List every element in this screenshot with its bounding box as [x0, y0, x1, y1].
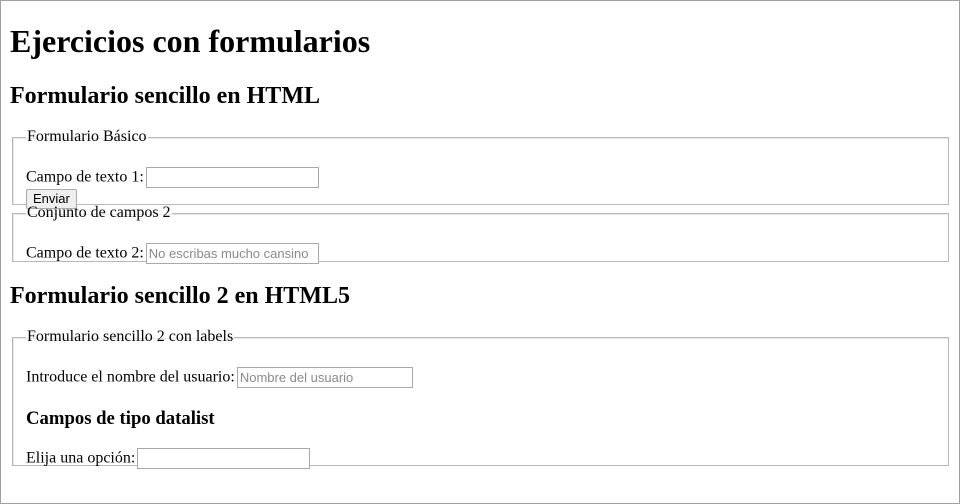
datalist-input[interactable] [137, 448, 311, 469]
fieldset-basic-form: Formulario Básico Campo de texto 1: Envi… [12, 128, 949, 209]
username-row: Introduce el nombre del usuario: [26, 367, 413, 388]
text-field-2-input[interactable] [145, 243, 319, 264]
username-label: Introduce el nombre del usuario: [26, 368, 235, 386]
section1-heading: Formulario sencillo en HTML [10, 83, 320, 109]
fieldset-labels-form: Formulario sencillo 2 con labels Introdu… [12, 328, 949, 469]
text-field-2-label: Campo de texto 2: [26, 244, 144, 262]
text-field-2-row: Campo de texto 2: [26, 243, 319, 264]
datalist-label: Elija una opción: [26, 449, 136, 467]
fieldset-second-legend: Conjunto de campos 2 [27, 204, 171, 221]
section2-heading: Formulario sencillo 2 en HTML5 [10, 283, 350, 309]
page-title: Ejercicios con formularios [10, 23, 371, 59]
text-field-1-input[interactable] [145, 167, 319, 188]
text-field-1-row: Campo de texto 1: [26, 167, 319, 188]
datalist-heading: Campos de tipo datalist [26, 408, 215, 429]
fieldset-basic-legend: Formulario Básico [27, 128, 147, 145]
fieldset-second-set: Conjunto de campos 2 Campo de texto 2: [12, 204, 949, 264]
page: Ejercicios con formularios Formulario se… [0, 0, 960, 504]
fieldset-labels-legend: Formulario sencillo 2 con labels [27, 328, 234, 345]
text-field-1-label: Campo de texto 1: [26, 168, 144, 186]
datalist-row: Elija una opción: [26, 448, 311, 469]
username-input[interactable] [236, 367, 413, 388]
